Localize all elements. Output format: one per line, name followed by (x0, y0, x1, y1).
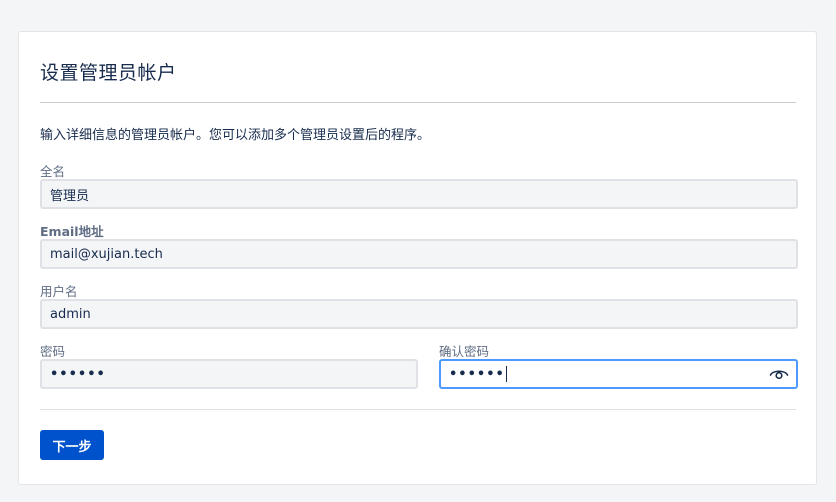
page-title: 设置管理员帐户 (40, 62, 177, 84)
intro-text: 输入详细信息的管理员帐户。您可以添加多个管理员设置后的程序。 (40, 128, 431, 143)
setup-card: 设置管理员帐户 输入详细信息的管理员帐户。您可以添加多个管理员设置后的程序。 全… (18, 31, 817, 485)
confirm-password-input[interactable]: •••••• (439, 359, 798, 389)
email-value: mail@xujian.tech (50, 246, 163, 262)
footer-divider (40, 409, 796, 410)
next-button[interactable]: 下一步 (40, 430, 104, 460)
username-value: admin (50, 306, 91, 322)
email-label: Email地址 (40, 224, 104, 239)
email-input[interactable]: mail@xujian.tech (40, 239, 798, 269)
confirm-password-label: 确认密码 (439, 344, 490, 359)
password-value: •••••• (50, 366, 106, 382)
username-label: 用户名 (40, 284, 78, 299)
password-label: 密码 (40, 344, 66, 359)
password-input[interactable]: •••••• (40, 359, 418, 389)
confirm-password-value: •••••• (449, 366, 505, 382)
header-divider (40, 102, 796, 103)
fullname-value: 管理员 (50, 188, 90, 204)
username-input[interactable]: admin (40, 299, 798, 329)
text-caret (505, 366, 507, 382)
fullname-input[interactable]: 管理员 (40, 179, 798, 209)
show-password-button[interactable] (768, 365, 790, 383)
fullname-label: 全名 (40, 164, 66, 179)
eye-icon (769, 370, 789, 380)
